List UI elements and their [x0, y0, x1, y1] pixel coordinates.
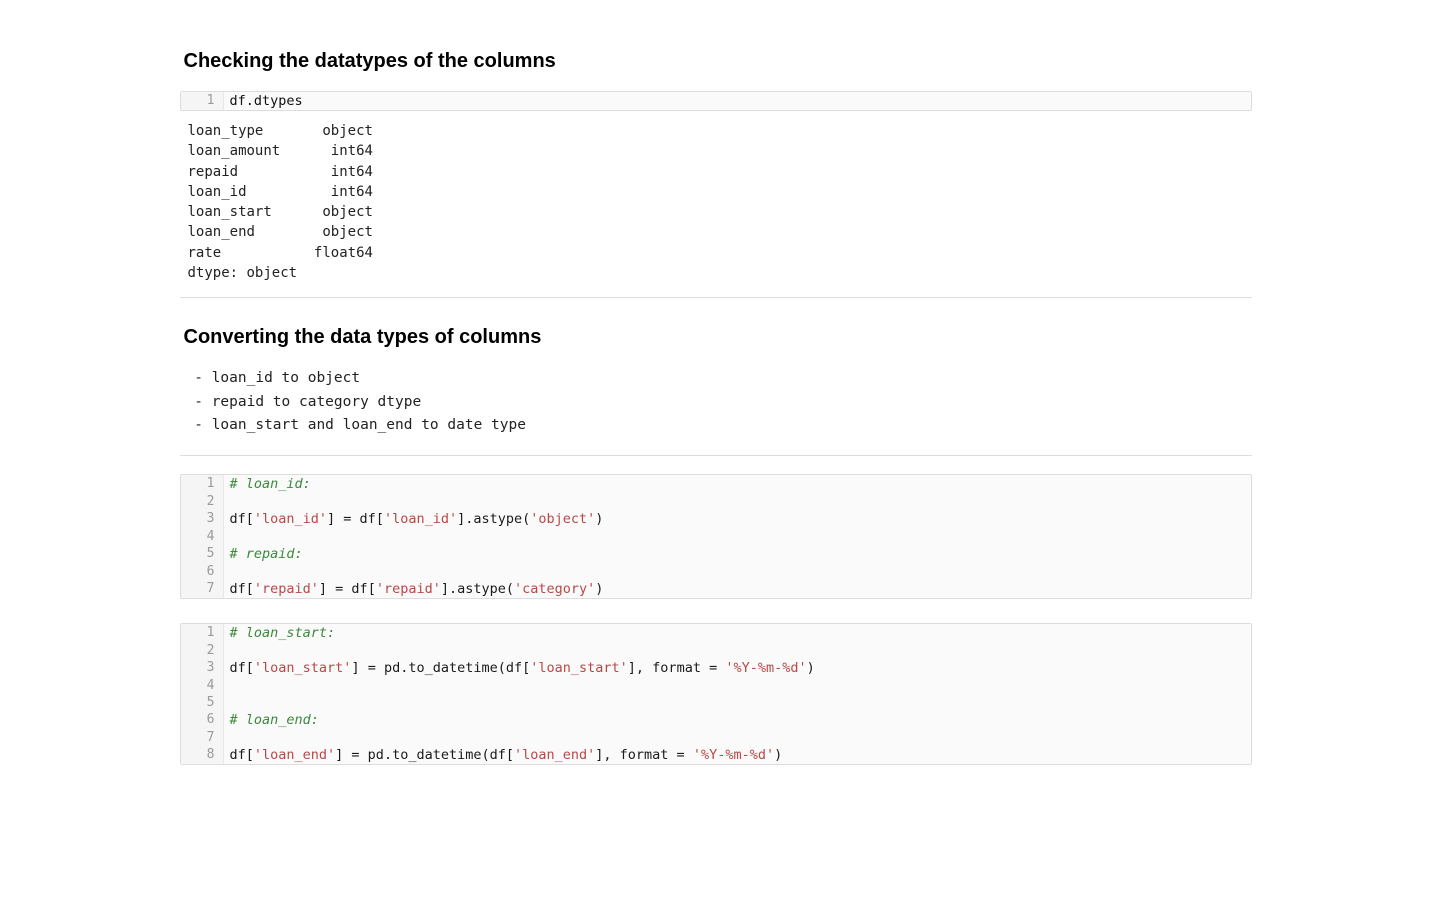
code-text: df['repaid'] = df['repaid'].astype('cate… — [223, 580, 1251, 598]
spacer — [180, 607, 1252, 623]
code-editor[interactable]: 1# loan_start:23df['loan_start'] = pd.to… — [180, 623, 1252, 765]
code-line: 2 — [181, 642, 1251, 659]
section-heading-converting: Converting the data types of columns — [180, 326, 1252, 349]
code-line: 3df['loan_start'] = pd.to_datetime(df['l… — [181, 659, 1251, 677]
code-text: # repaid: — [223, 545, 1251, 563]
code-text — [223, 642, 1251, 659]
code-text — [223, 493, 1251, 510]
notebook-page: Checking the datatypes of the columns 1d… — [176, 0, 1256, 813]
code-text — [223, 563, 1251, 580]
code-line: 6 — [181, 563, 1251, 580]
line-number: 7 — [181, 580, 224, 598]
line-number: 5 — [181, 694, 224, 711]
code-editor[interactable]: 1df.dtypes — [180, 91, 1252, 111]
line-number: 4 — [181, 528, 224, 545]
code-cell-convert-b[interactable]: 1# loan_start:23df['loan_start'] = pd.to… — [180, 623, 1252, 765]
code-text: # loan_end: — [223, 711, 1251, 729]
code-line: 7df['repaid'] = df['repaid'].astype('cat… — [181, 580, 1251, 598]
divider — [180, 297, 1252, 298]
code-text: df['loan_id'] = df['loan_id'].astype('ob… — [223, 510, 1251, 528]
code-line: 7 — [181, 729, 1251, 746]
code-text — [223, 694, 1251, 711]
line-number: 6 — [181, 563, 224, 580]
line-number: 2 — [181, 642, 224, 659]
line-number: 4 — [181, 677, 224, 694]
output-dtypes: loan_type object loan_amount int64 repai… — [188, 121, 1252, 283]
line-number: 1 — [181, 92, 224, 110]
line-number: 3 — [181, 659, 224, 677]
line-number: 5 — [181, 545, 224, 563]
code-line: 6# loan_end: — [181, 711, 1251, 729]
line-number: 1 — [181, 624, 224, 642]
code-lines: 1# loan_start:23df['loan_start'] = pd.to… — [181, 624, 1251, 764]
line-number: 7 — [181, 729, 224, 746]
code-text: # loan_id: — [223, 475, 1251, 493]
code-text: df['loan_start'] = pd.to_datetime(df['lo… — [223, 659, 1251, 677]
code-text — [223, 528, 1251, 545]
code-line: 1# loan_start: — [181, 624, 1251, 642]
code-line: 8df['loan_end'] = pd.to_datetime(df['loa… — [181, 746, 1251, 764]
code-lines: 1df.dtypes — [181, 92, 1251, 110]
code-line: 3df['loan_id'] = df['loan_id'].astype('o… — [181, 510, 1251, 528]
code-text: df['loan_end'] = pd.to_datetime(df['loan… — [223, 746, 1251, 764]
code-line: 4 — [181, 528, 1251, 545]
line-number: 3 — [181, 510, 224, 528]
code-line: 1df.dtypes — [181, 92, 1251, 110]
section-heading-checking: Checking the datatypes of the columns — [180, 50, 1252, 73]
line-number: 8 — [181, 746, 224, 764]
code-editor[interactable]: 1# loan_id:23df['loan_id'] = df['loan_id… — [180, 474, 1252, 599]
code-text: df.dtypes — [223, 92, 1251, 110]
code-line: 1# loan_id: — [181, 475, 1251, 493]
notebook-content: Checking the datatypes of the columns 1d… — [176, 50, 1256, 765]
code-cell-dtypes[interactable]: 1df.dtypes — [180, 91, 1252, 111]
code-line: 5 — [181, 694, 1251, 711]
code-line: 2 — [181, 493, 1251, 510]
line-number: 2 — [181, 493, 224, 510]
code-line: 4 — [181, 677, 1251, 694]
code-line: 5# repaid: — [181, 545, 1251, 563]
line-number: 1 — [181, 475, 224, 493]
conversion-bullet-list: - loan_id to object - repaid to category… — [186, 367, 1252, 437]
code-cell-convert-a[interactable]: 1# loan_id:23df['loan_id'] = df['loan_id… — [180, 474, 1252, 599]
code-text — [223, 677, 1251, 694]
line-number: 6 — [181, 711, 224, 729]
code-text: # loan_start: — [223, 624, 1251, 642]
code-lines: 1# loan_id:23df['loan_id'] = df['loan_id… — [181, 475, 1251, 598]
divider — [180, 455, 1252, 456]
code-text — [223, 729, 1251, 746]
